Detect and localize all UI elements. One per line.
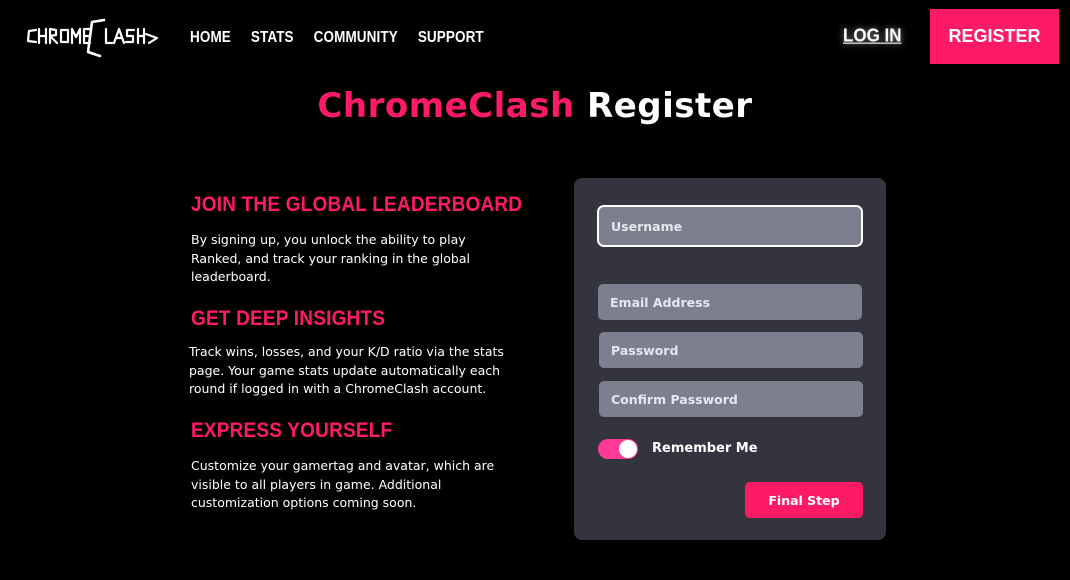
feature-line: Track wins, losses, and your K/D ratio v… [189, 344, 504, 359]
feature-text-insights: Track wins, losses, and your K/D ratio v… [189, 343, 504, 399]
main-nav: HOME STATS COMMUNITY SUPPORT [190, 28, 504, 45]
nav-support[interactable]: SUPPORT [418, 28, 484, 45]
feature-line: round if logged in with a ChromeClash ac… [189, 381, 487, 396]
email-input[interactable] [598, 284, 862, 320]
feature-line: By signing up, you unlock the ability to… [191, 232, 466, 247]
feature-heading-express: EXPRESS YOURSELF [191, 419, 393, 443]
feature-heading-leaderboard: JOIN THE GLOBAL LEADERBOARD [191, 193, 523, 217]
feature-line: leaderboard. [191, 269, 271, 284]
confirm-password-input[interactable] [599, 381, 863, 417]
feature-line: page. Your game stats update automatical… [189, 362, 501, 378]
title-register: Register [587, 86, 753, 126]
feature-line: customization options coming soon. [191, 495, 417, 510]
feature-heading-insights: GET DEEP INSIGHTS [191, 307, 386, 331]
feature-line: visible to all players in game. Addition… [191, 476, 442, 492]
toggle-knob [619, 440, 637, 458]
remember-me-toggle[interactable] [598, 439, 638, 459]
feature-line: Ranked, and track your ranking in the gl… [191, 250, 470, 266]
nav-community[interactable]: COMMUNITY [314, 28, 398, 45]
page-title: ChromeClash Register [0, 86, 1070, 126]
nav-home[interactable]: HOME [190, 28, 231, 45]
chromeclash-logo[interactable] [26, 14, 160, 58]
feature-text-leaderboard: By signing up, you unlock the ability to… [191, 231, 470, 287]
remember-me-label[interactable]: Remember Me [652, 441, 758, 456]
feature-text-express: Customize your gamertag and avatar, whic… [191, 457, 494, 513]
title-brand: ChromeClash [317, 86, 575, 126]
password-input[interactable] [599, 332, 863, 368]
login-link[interactable]: LOG IN [843, 25, 902, 47]
final-step-button[interactable]: Final Step [745, 482, 863, 518]
logo-wordmark [26, 18, 159, 58]
nav-stats[interactable]: STATS [251, 28, 294, 45]
feature-line: Customize your gamertag and avatar, whic… [191, 458, 495, 473]
register-button[interactable]: REGISTER [930, 9, 1059, 64]
username-input[interactable] [597, 205, 863, 247]
